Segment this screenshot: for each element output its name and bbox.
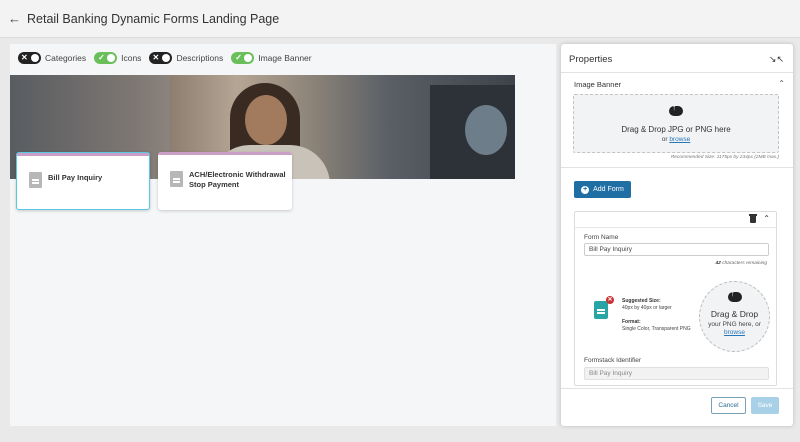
display-toggles: ✕ Categories ✓ Icons ✕ Descriptions ✓ Im… <box>18 52 320 64</box>
formstack-identifier-label: Formstack Identifier <box>584 357 642 364</box>
browse-link[interactable]: browse <box>724 329 745 336</box>
toggle-label: Icons <box>121 53 142 63</box>
page-preview-canvas: ✕ Categories ✓ Icons ✕ Descriptions ✓ Im… <box>10 44 556 426</box>
chevron-up-icon[interactable]: ⌃ <box>778 79 785 88</box>
trash-icon[interactable] <box>749 214 757 223</box>
cloud-upload-icon <box>727 289 742 302</box>
toggle-descriptions[interactable]: ✕ Descriptions <box>149 52 223 64</box>
form-card-label: Bill Pay Inquiry <box>48 173 103 182</box>
check-mark-icon: ✓ <box>98 53 105 62</box>
icon-guidelines: Suggested Size: 40px by 40px or larger F… <box>622 298 691 332</box>
or-text: or <box>661 136 668 143</box>
toggle-switch-on[interactable]: ✓ <box>231 52 255 64</box>
formstack-identifier-input[interactable]: Bill Pay Inquiry <box>584 367 769 380</box>
form-card-ach-stop-payment[interactable]: ACH/Electronic Withdrawal Stop Payment <box>158 152 292 210</box>
image-banner-section-title: Image Banner <box>574 80 622 89</box>
toggle-switch-on[interactable]: ✓ <box>94 52 118 64</box>
x-mark-icon: ✕ <box>152 53 160 62</box>
toggle-icons[interactable]: ✓ Icons <box>94 52 141 64</box>
add-form-button[interactable]: + Add Form <box>574 181 631 198</box>
document-icon <box>29 172 42 188</box>
back-arrow-icon[interactable]: ← <box>8 11 21 26</box>
drop-zone-text: Drag & Drop JPG or PNG here <box>621 125 731 134</box>
recommended-size-note: Recommended Size: 1175px by 234px (2MB m… <box>670 155 779 160</box>
properties-panel: Properties ↘↖ Image Banner ⌃ Drag & Drop… <box>561 44 793 426</box>
form-card-label: ACH/Electronic Withdrawal Stop Payment <box>189 170 286 189</box>
cloud-upload-icon <box>669 103 683 116</box>
toggle-image-banner[interactable]: ✓ Image Banner <box>231 52 312 64</box>
top-bar: ← Retail Banking Dynamic Forms Landing P… <box>0 0 800 38</box>
divider <box>561 167 793 168</box>
icon-drop-title: Drag & Drop <box>710 309 759 319</box>
check-mark-icon: ✓ <box>235 53 242 62</box>
form-icon-preview <box>594 301 608 319</box>
icon-drop-zone[interactable]: Drag & Drop your PNG here, or browse <box>699 281 770 352</box>
save-button[interactable]: Save <box>751 397 779 414</box>
form-card-bill-pay[interactable]: Bill Pay Inquiry <box>16 152 150 210</box>
remove-icon[interactable]: ✕ <box>606 296 614 304</box>
form-editor-header: ⌃ <box>575 212 776 228</box>
collapse-arrows-icon[interactable]: ↘↖ <box>769 54 784 65</box>
cancel-button[interactable]: Cancel <box>711 397 746 414</box>
characters-remaining: 42 characters remaining <box>715 261 767 266</box>
plus-icon: + <box>581 185 590 194</box>
document-icon <box>170 171 183 187</box>
toggle-label: Image Banner <box>258 53 312 63</box>
toggle-label: Categories <box>45 53 87 63</box>
form-name-label: Form Name <box>584 234 619 241</box>
toggle-label: Descriptions <box>176 53 224 63</box>
banner-drop-zone[interactable]: Drag & Drop JPG or PNG here or browse <box>573 94 779 153</box>
x-mark-icon: ✕ <box>21 53 28 62</box>
browse-link[interactable]: browse <box>669 136 690 143</box>
icon-drop-text: your PNG here, or browse <box>708 321 761 336</box>
form-editor: ⌃ Form Name Bill Pay Inquiry 42 characte… <box>574 211 777 386</box>
chevron-up-icon[interactable]: ⌃ <box>763 214 770 223</box>
drop-zone-subtext: or browse <box>574 136 778 143</box>
page-title: Retail Banking Dynamic Forms Landing Pag… <box>27 11 280 26</box>
panel-title: Properties <box>569 54 613 65</box>
add-form-label: Add Form <box>593 186 624 193</box>
toggle-categories[interactable]: ✕ Categories <box>18 52 86 64</box>
toggle-switch-off[interactable]: ✕ <box>18 52 41 64</box>
form-name-input[interactable]: Bill Pay Inquiry <box>584 243 769 256</box>
divider <box>561 72 793 73</box>
toggle-switch-off[interactable]: ✕ <box>149 52 173 64</box>
divider <box>561 388 793 389</box>
